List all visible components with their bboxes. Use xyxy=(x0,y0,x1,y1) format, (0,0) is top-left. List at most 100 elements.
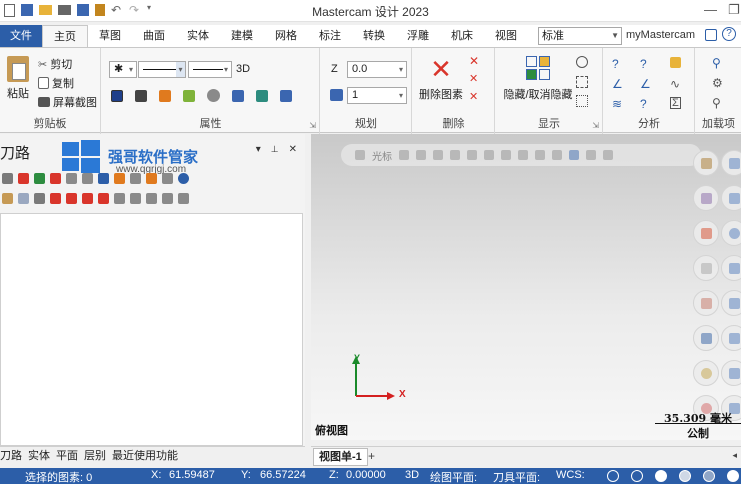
display-options-icon[interactable] xyxy=(146,193,157,204)
lock-icon[interactable] xyxy=(162,173,173,184)
material-icon[interactable] xyxy=(207,89,220,102)
analyze-distance-icon[interactable]: ∠ xyxy=(612,77,623,91)
tab-solid[interactable]: 实体 xyxy=(176,25,220,47)
move-up-icon[interactable] xyxy=(66,193,77,204)
my-mastercam-link[interactable]: myMastercam xyxy=(626,29,695,41)
stock-icon[interactable] xyxy=(130,193,141,204)
verify-select-icon[interactable] xyxy=(535,150,545,160)
cplane-status[interactable]: 绘图平面: xyxy=(430,469,477,484)
cut-button[interactable]: ✂ 剪切 xyxy=(38,56,72,72)
set-all-icon[interactable] xyxy=(232,89,244,102)
add-viewsheet-button[interactable]: + xyxy=(368,449,375,463)
viewport-tool-settings[interactable] xyxy=(693,360,719,386)
viewport-tool-zoom[interactable] xyxy=(721,150,741,176)
close-icon[interactable]: ✕ xyxy=(289,144,297,155)
panel-tab-planes[interactable]: 平面 xyxy=(56,447,84,466)
dialog-launcher-icon[interactable]: ⇲ xyxy=(309,121,316,130)
delete-duplicate-icon[interactable]: ✕ xyxy=(469,54,479,68)
cursor-mode-label[interactable]: 光标 xyxy=(372,148,392,163)
panel-tab-solids[interactable]: 实体 xyxy=(28,447,56,466)
mode-3d-status[interactable]: 3D xyxy=(405,469,419,481)
analyze-contour-icon[interactable]: ? xyxy=(640,97,647,111)
chain-select-icon[interactable] xyxy=(450,150,460,160)
addin-run-icon[interactable]: ⚲ xyxy=(712,56,721,70)
simulate-icon[interactable] xyxy=(98,173,109,184)
backplot-icon[interactable] xyxy=(66,173,77,184)
select-filter-icon[interactable] xyxy=(416,150,426,160)
face-select-icon[interactable] xyxy=(518,150,528,160)
wire-color-icon[interactable] xyxy=(183,89,195,102)
toggle-post-icon[interactable] xyxy=(34,193,45,204)
viewsheet-scroll-icon[interactable]: ◂ xyxy=(732,450,737,461)
solid-select-icon[interactable] xyxy=(501,150,511,160)
home-icon[interactable] xyxy=(355,150,365,160)
statistics-icon[interactable]: Σ xyxy=(670,97,681,109)
move-down-icon[interactable] xyxy=(50,193,61,204)
regenerate-dirty-icon[interactable] xyxy=(50,173,61,184)
analyze-area-icon[interactable] xyxy=(670,57,681,68)
analyze-position-icon[interactable]: ? xyxy=(640,57,647,71)
delete-advanced-icon[interactable]: ✕ xyxy=(469,72,478,85)
help-icon[interactable]: ? xyxy=(722,27,736,41)
wcs-status[interactable]: WCS: xyxy=(556,469,585,481)
style-select[interactable]: 标准 ▼ xyxy=(538,27,622,45)
settings-icon[interactable] xyxy=(178,193,189,204)
paste-button[interactable]: 粘贴 xyxy=(3,56,33,101)
verify-icon[interactable] xyxy=(82,173,93,184)
window-select-icon[interactable] xyxy=(467,150,477,160)
point-style-select[interactable]: ✱ ▾ xyxy=(109,61,137,78)
cursor-settings-icon[interactable] xyxy=(569,150,579,160)
copy-button[interactable]: 复制 xyxy=(38,75,74,91)
point-color-icon[interactable] xyxy=(111,89,123,102)
viewport-tool-solid[interactable] xyxy=(693,150,719,176)
viewport-tool-rotate[interactable] xyxy=(721,220,741,246)
regenerate-icon[interactable] xyxy=(34,173,45,184)
blank-icon[interactable] xyxy=(576,56,588,68)
lock-ops-icon[interactable] xyxy=(2,193,13,204)
display-points-icon[interactable] xyxy=(576,95,588,107)
viewport-tool-wire[interactable] xyxy=(721,185,741,211)
z-depth-input[interactable]: 0.0 ▾ xyxy=(347,61,407,78)
panel-tab-levels[interactable]: 层别 xyxy=(84,447,112,466)
undelete-icon[interactable]: ✕ xyxy=(469,90,478,103)
line-style-select[interactable]: ▾ xyxy=(138,61,186,78)
viewport-tool-plane[interactable] xyxy=(721,325,741,351)
help-circle-icon[interactable] xyxy=(178,173,189,184)
tab-view[interactable]: 视图 xyxy=(484,25,528,47)
tab-transform[interactable]: 转换 xyxy=(352,25,396,47)
viewport-tool-layers[interactable] xyxy=(693,325,719,351)
analyze-chain-icon[interactable]: ≋ xyxy=(612,97,622,111)
viewport-tool-color[interactable] xyxy=(693,220,719,246)
screenshot-button[interactable]: 屏幕截图 xyxy=(38,94,97,110)
arrow-cursor-icon[interactable] xyxy=(433,150,443,160)
tab-sketch[interactable]: 草图 xyxy=(88,25,132,47)
hide-unhide-button[interactable]: 隐藏/取消隐藏 xyxy=(500,56,576,102)
mode-3d-toggle[interactable]: 3D xyxy=(236,63,250,75)
tab-file[interactable]: 文件 xyxy=(0,25,42,47)
viewport-tool-axis[interactable] xyxy=(721,360,741,386)
panel-tab-toolpaths[interactable]: 刀路 xyxy=(0,447,28,466)
display-bounding-icon[interactable] xyxy=(576,76,588,88)
analyze-dynamic-icon[interactable]: ∿ xyxy=(670,77,680,91)
insert-arrow-icon[interactable] xyxy=(82,193,93,204)
clear-color-icon[interactable] xyxy=(256,89,268,102)
viewport-tool-section[interactable] xyxy=(693,290,719,316)
viewport-tool-level[interactable] xyxy=(693,255,719,281)
dialog-launcher-icon[interactable]: ⇲ xyxy=(592,121,599,130)
graphics-viewport[interactable]: 光标 Y X 俯视图 35.309 毫米 公制 xyxy=(311,134,741,440)
grid-icon[interactable] xyxy=(552,150,562,160)
solid-color-icon[interactable] xyxy=(135,89,147,102)
analyze-angle-icon[interactable]: ∠ xyxy=(640,77,651,91)
tab-machine[interactable]: 机床 xyxy=(440,25,484,47)
post-icon[interactable] xyxy=(114,173,125,184)
viewport-tool-shade[interactable] xyxy=(693,185,719,211)
viewport-tool-measure[interactable] xyxy=(721,290,741,316)
tab-home[interactable]: 主页 xyxy=(42,25,88,47)
tab-model[interactable]: 建模 xyxy=(220,25,264,47)
render-icon[interactable] xyxy=(679,470,691,482)
tab-mesh[interactable]: 网格 xyxy=(264,25,308,47)
analyze-entity-icon[interactable]: ? xyxy=(612,57,619,71)
unselect-icon[interactable] xyxy=(603,150,613,160)
tplane-status[interactable]: 刀具平面: xyxy=(493,469,540,484)
select-all-icon[interactable] xyxy=(2,173,13,184)
